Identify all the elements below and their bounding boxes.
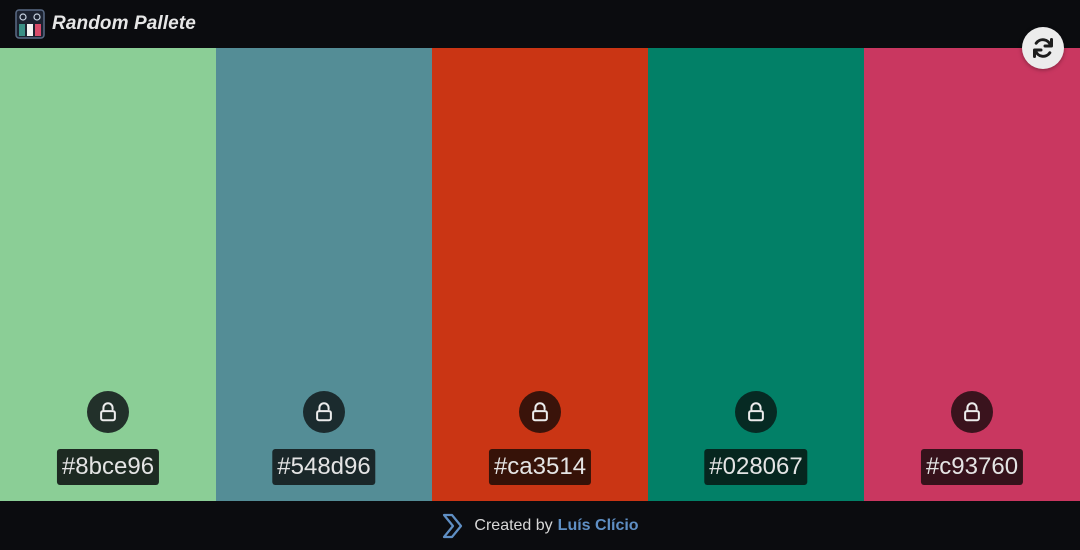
color-swatch-4[interactable]: #028067 (648, 48, 864, 501)
unlock-icon (964, 402, 980, 422)
refresh-button[interactable] (1022, 27, 1064, 69)
palette-logo-icon (15, 9, 45, 39)
lock-button[interactable] (735, 391, 777, 433)
color-swatch-5[interactable]: #c93760 (864, 48, 1080, 501)
footer-text: Created by (474, 516, 553, 534)
chevron-logo-icon (443, 513, 463, 538)
refresh-icon (1033, 38, 1053, 58)
hex-code[interactable]: #548d96 (272, 449, 376, 485)
unlock-icon (748, 402, 764, 422)
color-swatch-2[interactable]: #548d96 (216, 48, 432, 501)
lock-button[interactable] (303, 391, 345, 433)
color-swatch-3[interactable]: #ca3514 (432, 48, 648, 501)
lock-button[interactable] (951, 391, 993, 433)
palette: #8bce96 #548d96 #ca3514 #028067 #c93760 (0, 48, 1080, 501)
header: Random Pallete (0, 0, 1080, 48)
hex-code[interactable]: #8bce96 (56, 449, 160, 485)
author-link[interactable]: Luís Clício (558, 517, 639, 535)
app-title: Random Pallete (52, 13, 196, 34)
lock-button[interactable] (87, 391, 129, 433)
unlock-icon (316, 402, 332, 422)
unlock-icon (532, 402, 548, 422)
hex-code[interactable]: #c93760 (920, 449, 1024, 485)
color-swatch-1[interactable]: #8bce96 (0, 48, 216, 501)
footer: Created by Luís Clício (0, 501, 1080, 550)
hex-code[interactable]: #028067 (704, 449, 808, 485)
unlock-icon (100, 402, 116, 422)
hex-code[interactable]: #ca3514 (488, 449, 592, 485)
lock-button[interactable] (519, 391, 561, 433)
